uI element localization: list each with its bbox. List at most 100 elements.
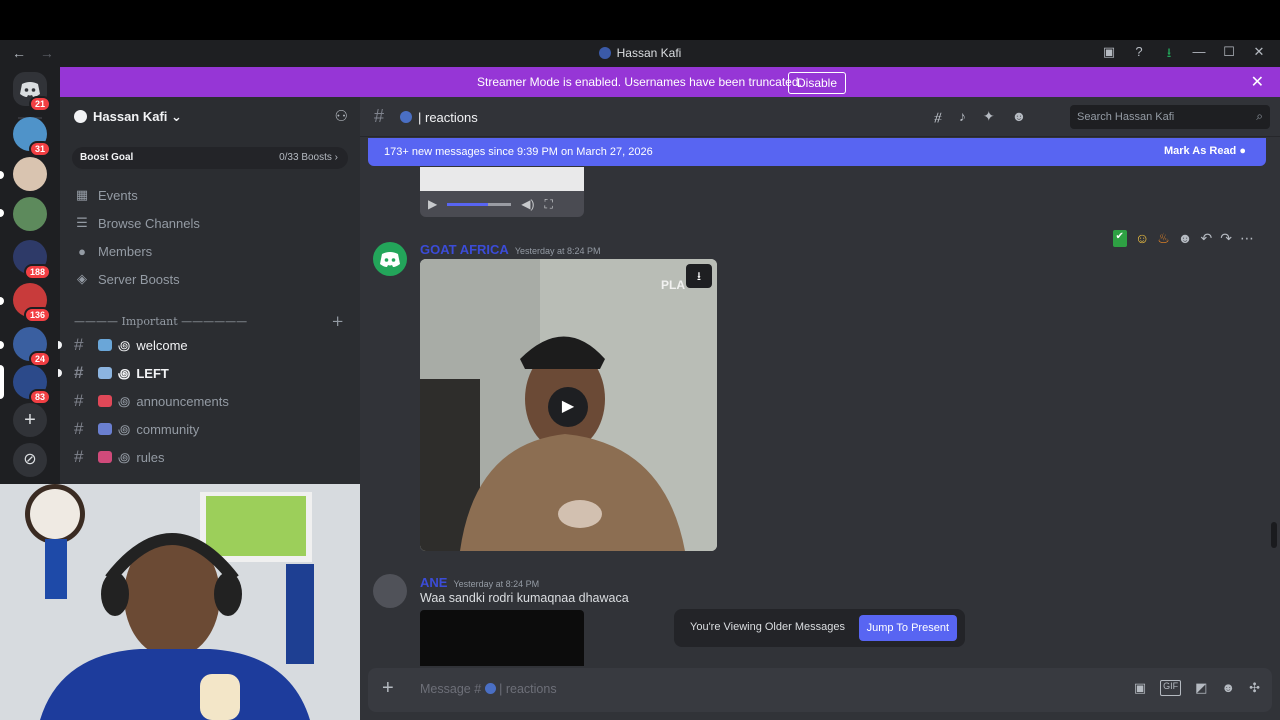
- channel-announcements[interactable]: # ꩜ announcements: [60, 387, 360, 415]
- channel-title: | reactions: [418, 110, 478, 125]
- channel-rules[interactable]: # ꩜ rules: [60, 443, 360, 471]
- webcam-overlay: [0, 484, 364, 720]
- download-icon[interactable]: ⭳: [686, 264, 712, 288]
- emoji-icon[interactable]: ☻: [1221, 680, 1235, 696]
- gift-icon[interactable]: ▣: [1134, 680, 1146, 696]
- unread-pill: [0, 297, 4, 305]
- close-icon[interactable]: ✕: [1251, 72, 1264, 92]
- create-channel-icon[interactable]: +: [331, 312, 344, 330]
- maximize-button[interactable]: ☐: [1214, 44, 1244, 66]
- scrollbar-thumb[interactable]: [1271, 522, 1277, 548]
- notifications-icon[interactable]: ♪: [959, 108, 966, 125]
- search-input[interactable]: Search Hassan Kafi ⌕: [1070, 105, 1270, 129]
- image-attachment[interactable]: [420, 610, 584, 666]
- video-progress[interactable]: [447, 202, 512, 206]
- chevron-down-icon: ⌄: [171, 109, 182, 124]
- older-messages-text: You're Viewing Older Messages: [690, 621, 845, 633]
- inbox-icon[interactable]: ▣: [1094, 44, 1124, 66]
- channel-welcome[interactable]: # ꩜ welcome: [58, 331, 360, 359]
- close-button[interactable]: ✕: [1244, 44, 1274, 66]
- header-tools: ⧣ ♪ ✦ ☻: [934, 108, 1026, 125]
- mark-as-read-label: Mark As Read: [1163, 145, 1237, 157]
- compass-icon: ⊘: [23, 451, 37, 468]
- download-icon[interactable]: ⭳: [1154, 44, 1184, 66]
- server-icon-6[interactable]: 24: [13, 327, 51, 367]
- browse-channels-item[interactable]: ☰ Browse Channels: [60, 209, 360, 237]
- play-icon[interactable]: ▶: [428, 197, 437, 211]
- boost-goal[interactable]: Boost Goal 0/33 Boosts ›: [72, 147, 348, 169]
- channel-emoji: [98, 451, 112, 463]
- check-reaction-icon[interactable]: ✔: [1112, 230, 1127, 247]
- channel-prefix: ꩜: [118, 394, 131, 409]
- boost-icon: ◈: [77, 271, 87, 286]
- upload-plus-icon[interactable]: +: [382, 677, 394, 700]
- previous-video-player[interactable]: ▶ ◀) ⛶: [420, 167, 584, 217]
- message-timestamp: Yesterday at 8:24 PM: [453, 579, 540, 589]
- pin-icon[interactable]: ✦: [983, 108, 995, 125]
- channel-community[interactable]: # ꩜ community: [60, 415, 360, 443]
- window-title-text: Hassan Kafi: [616, 46, 682, 60]
- window-controls: ▣ ? ⭳ — ☐ ✕: [1094, 44, 1274, 66]
- server-header[interactable]: Hassan Kafi ⌄ ⚇: [60, 97, 360, 137]
- avatar[interactable]: [373, 574, 407, 608]
- play-button[interactable]: ▶: [548, 387, 588, 427]
- hash-icon: #: [74, 335, 84, 354]
- unread-pill: [0, 341, 4, 349]
- selected-pill: [0, 365, 4, 399]
- events-item[interactable]: ▦ Events: [60, 181, 360, 209]
- members-item[interactable]: ● Members: [60, 237, 360, 265]
- new-messages-bar[interactable]: 173+ new messages since 9:39 PM on March…: [368, 138, 1266, 166]
- video-controls: ▶ ◀) ⛶: [420, 191, 584, 217]
- globe-icon: [400, 111, 412, 123]
- server-badge: 31: [28, 141, 51, 157]
- calendar-icon: ▦: [75, 187, 89, 202]
- mark-as-read-button[interactable]: Mark As Read ●: [1164, 145, 1246, 157]
- unread-pill: [0, 171, 4, 179]
- server-icon-7[interactable]: 83: [13, 365, 51, 405]
- message-author[interactable]: GOAT AFRICA Yesterday at 8:24 PM: [420, 242, 601, 257]
- more-icon[interactable]: ⋯: [1240, 230, 1254, 247]
- volume-icon[interactable]: ◀): [521, 197, 534, 211]
- video-overlay-text: PLA: [661, 278, 685, 292]
- fire-reaction-icon[interactable]: ♨: [1157, 230, 1170, 247]
- channel-left[interactable]: # ꩜ LEFT: [58, 359, 360, 387]
- jump-to-present-button[interactable]: Jump To Present: [858, 615, 957, 641]
- channel-emoji: [98, 339, 112, 351]
- member-list-icon[interactable]: ☻: [1012, 108, 1027, 125]
- discover-button[interactable]: ⊘: [13, 443, 47, 477]
- add-server-button[interactable]: +: [13, 403, 47, 437]
- minimize-button[interactable]: —: [1184, 44, 1214, 66]
- server-icon-4[interactable]: 188: [13, 240, 51, 280]
- message-author[interactable]: ANE Yesterday at 8:24 PM: [420, 575, 539, 590]
- message-input[interactable]: + Message # | reactions ▣ GIF ◩ ☻ ✣: [368, 668, 1272, 712]
- plus-icon: +: [24, 409, 36, 431]
- help-icon[interactable]: ?: [1124, 44, 1154, 66]
- add-reaction-icon[interactable]: ☻: [1178, 230, 1193, 247]
- reply-icon[interactable]: ↶: [1201, 230, 1213, 247]
- category-important[interactable]: ———— Important —————— +: [60, 311, 360, 331]
- apps-icon[interactable]: ✣: [1249, 680, 1260, 696]
- forward-icon[interactable]: ↷: [1220, 230, 1232, 247]
- discord-icon: [380, 252, 400, 267]
- unread-pill: [0, 209, 4, 217]
- sticker-icon[interactable]: ◩: [1195, 680, 1207, 696]
- gif-icon[interactable]: GIF: [1160, 680, 1182, 696]
- server-icon-5[interactable]: 136: [13, 283, 51, 323]
- avatar[interactable]: [373, 242, 407, 276]
- threads-icon[interactable]: ⧣: [934, 108, 942, 125]
- fullscreen-icon[interactable]: ⛶: [544, 197, 552, 212]
- message-actions: ✔ ☺ ♨ ☻ ↶ ↷ ⋯: [1112, 230, 1254, 247]
- server-icon-1[interactable]: 31: [13, 117, 51, 157]
- channel-name: community: [136, 421, 200, 437]
- video-attachment[interactable]: PLA ⭳ ▶: [420, 259, 717, 551]
- laugh-reaction-icon[interactable]: ☺: [1135, 230, 1149, 247]
- invite-icon[interactable]: ⚇: [335, 107, 348, 125]
- globe-icon: [484, 683, 496, 694]
- server-icon-2[interactable]: [13, 157, 47, 191]
- home-button[interactable]: 21: [13, 72, 51, 112]
- server-header-icon: [74, 110, 87, 123]
- server-icon-3[interactable]: [13, 197, 47, 231]
- server-boosts-item[interactable]: ◈ Server Boosts: [60, 265, 360, 293]
- disable-button[interactable]: Disable: [788, 72, 847, 94]
- channel-name: rules: [136, 449, 165, 465]
